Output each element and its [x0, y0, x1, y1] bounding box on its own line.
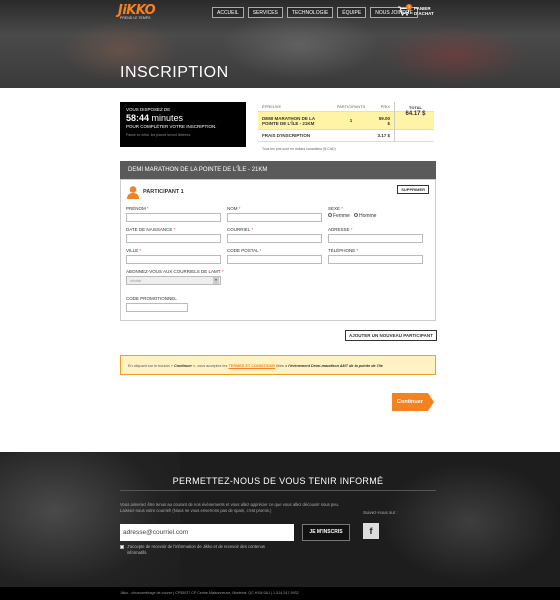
- courriel-label: COURRIEL: [227, 227, 251, 232]
- postal-label: CODE POSTAL: [227, 248, 259, 253]
- terms-prefix: En cliquant sur le bouton «: [128, 364, 175, 368]
- required-mark: *: [139, 248, 142, 253]
- newsletter-title: PERMETTEZ-NOUS DE VOUS TENIR INFORMÉ: [172, 476, 384, 486]
- terms-link[interactable]: TERMES ET CONDITIONS: [228, 364, 275, 368]
- summary-event: FRAIS D'INSCRIPTION: [262, 133, 311, 138]
- required-mark: *: [341, 206, 344, 211]
- header-participants: PARTICIPANTS: [336, 104, 366, 109]
- terms-middle2: liées à: [275, 364, 289, 368]
- add-participant-button[interactable]: AJOUTER UN NOUVEAU PARTICIPANT: [345, 330, 437, 341]
- nav-technologie[interactable]: TECHNOLOGIE: [286, 7, 334, 18]
- continue-button[interactable]: Continuer: [392, 393, 434, 411]
- shopping-cart-icon: 1: [398, 4, 412, 16]
- arrow-tip: [428, 393, 434, 411]
- top-nav-bar: JiKKO PREND LE TEMPS ACCUEIL SERVICES TE…: [0, 0, 560, 24]
- required-mark: *: [238, 206, 241, 211]
- prenom-label: PRÉNOM: [126, 206, 146, 211]
- email-input[interactable]: [227, 234, 322, 243]
- currency-note: Tous les prix sont en dollars canadiens …: [262, 147, 336, 151]
- user-icon: [127, 186, 139, 199]
- participant-title: PARTICIPANT 1: [143, 189, 184, 195]
- sexe-label: SEXE: [328, 206, 341, 211]
- nav-services[interactable]: SERVICES: [247, 7, 283, 18]
- sexe-homme-label: Homme: [358, 213, 377, 219]
- sexe-femme-label: Femme: [333, 213, 350, 219]
- timer-purpose: POUR COMPLÉTER VOTRE INSCRIPTION.: [126, 124, 217, 129]
- cart-label: PANIER D'ACHAT: [414, 6, 434, 16]
- address-input[interactable]: [328, 234, 423, 243]
- required-mark: *: [147, 206, 149, 211]
- nav-accueil[interactable]: ACCUEIL: [212, 7, 244, 18]
- naissance-label: DATE DE NAISSANCE: [126, 227, 173, 232]
- hero-photo-blur: [380, 25, 530, 85]
- chevron-down-icon: ▾: [213, 277, 219, 284]
- promo-label: CODE PROMOTIONNEL: [126, 296, 177, 301]
- total-box: TOTAL 64.17 $: [394, 102, 436, 142]
- participant-header: PARTICIPANT 1: [126, 185, 184, 199]
- terms-notice: En cliquant sur le bouton « Continuer »,…: [120, 355, 436, 375]
- adresse-label: ADRESSE: [328, 227, 350, 232]
- radio-button[interactable]: [353, 213, 358, 217]
- logo-tagline: PREND LE TEMPS: [120, 16, 151, 20]
- newsletter-optin-label: ABONNEZ-VOUS AUX COURRIELS DE LAMT: [126, 269, 221, 274]
- nav-equipe[interactable]: ÉQUIPE: [337, 7, 367, 18]
- sexe-homme-option[interactable]: Homme: [353, 213, 377, 219]
- header-prix: PRIX: [380, 104, 390, 109]
- radio-button[interactable]: [328, 213, 332, 217]
- consent-text: J'accepte de recevoir de l'information d…: [127, 544, 265, 555]
- summary-price: 3.17 $: [377, 133, 390, 138]
- subscribe-button[interactable]: JE M'INSCRIS: [302, 524, 350, 541]
- required-mark: *: [221, 269, 224, 274]
- terms-button-ref: Continuer: [174, 364, 192, 368]
- nom-label: NOM: [227, 206, 238, 211]
- timer-value: 58:44: [126, 113, 150, 123]
- consent-checkbox[interactable]: [120, 545, 124, 549]
- required-mark: *: [173, 227, 176, 232]
- birthdate-input[interactable]: [126, 234, 221, 243]
- page-title: INSCRIPTION: [120, 64, 229, 81]
- participant-form: PARTICIPANT 1 SUPPRIMER PRÉNOM * NOM * S…: [120, 179, 436, 321]
- newsletter-text: Vous aimeriez être tenus au courant de n…: [120, 502, 340, 513]
- copyright-text: Jikko - chronométrage de course | CP5503…: [120, 591, 299, 595]
- city-input[interactable]: [126, 255, 221, 264]
- required-mark: *: [350, 227, 353, 232]
- required-mark: *: [251, 227, 254, 232]
- summary-participants: 1: [349, 118, 353, 123]
- telephone-label: TÉLÉPHONE: [328, 248, 356, 253]
- timer-unit: minutes: [151, 113, 184, 123]
- terms-middle: », vous acceptez les: [191, 364, 229, 368]
- ville-label: VILLE: [126, 248, 139, 253]
- race-title-bar: DEMI MARATHON DE LA POINTE DE L'ÎLE - 21…: [120, 161, 436, 179]
- newsletter-optin-select[interactable]: choisir ▾: [126, 276, 221, 285]
- sexe-femme-option[interactable]: Femme: [328, 213, 350, 219]
- summary-price: 59.00 $: [378, 115, 390, 126]
- prenom-input[interactable]: [126, 213, 221, 222]
- postal-code-input[interactable]: [227, 255, 322, 264]
- main-nav: ACCUEIL SERVICES TECHNOLOGIE ÉQUIPE NOUS…: [212, 7, 418, 18]
- terms-event: l'événement Demi-marathon AMT de la poin…: [288, 364, 383, 368]
- phone-input[interactable]: [328, 255, 423, 264]
- continue-label: Continuer: [397, 399, 423, 405]
- delete-participant-button[interactable]: SUPPRIMER: [397, 185, 429, 194]
- newsletter-email-input[interactable]: adresse@courriel.com: [120, 524, 294, 541]
- divider: [120, 490, 436, 491]
- required-mark: *: [259, 248, 262, 253]
- facebook-icon[interactable]: f: [363, 523, 379, 539]
- cart-count-badge: 1: [406, 4, 412, 10]
- countdown-timer: VOUS DISPOSEZ DE 58:44 minutes POUR COMP…: [120, 102, 246, 147]
- cart-link[interactable]: 1 PANIER D'ACHAT: [398, 4, 440, 16]
- summary-event: DEMI MARATHON DE LA POINTE DE L'ÎLE - 21…: [262, 115, 315, 126]
- total-label: TOTAL: [409, 105, 422, 110]
- total-value: 64.17 $: [405, 111, 426, 117]
- header-epreuve: ÉPREUVE: [262, 104, 282, 109]
- consent-row: J'accepte de recevoir de l'information d…: [120, 544, 270, 556]
- promo-code-input[interactable]: [126, 303, 188, 312]
- nom-input[interactable]: [227, 213, 322, 222]
- select-value: choisir: [130, 278, 142, 283]
- follow-label: Suivez-nous sur :: [363, 510, 398, 515]
- required-mark: *: [356, 248, 359, 253]
- timer-intro: VOUS DISPOSEZ DE: [126, 107, 171, 112]
- timer-note: Passé ce délai, les places seront libéré…: [126, 133, 192, 137]
